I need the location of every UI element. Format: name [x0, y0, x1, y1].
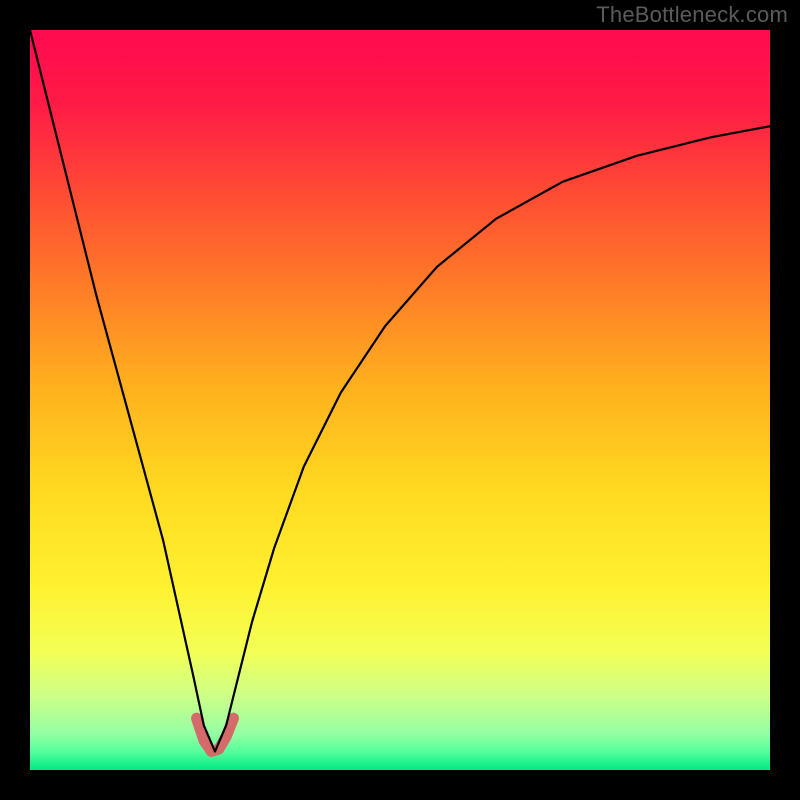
background-gradient [30, 30, 770, 770]
watermark-text: TheBottleneck.com [596, 2, 788, 28]
plot-area [30, 30, 770, 770]
outer-frame: TheBottleneck.com [0, 0, 800, 800]
